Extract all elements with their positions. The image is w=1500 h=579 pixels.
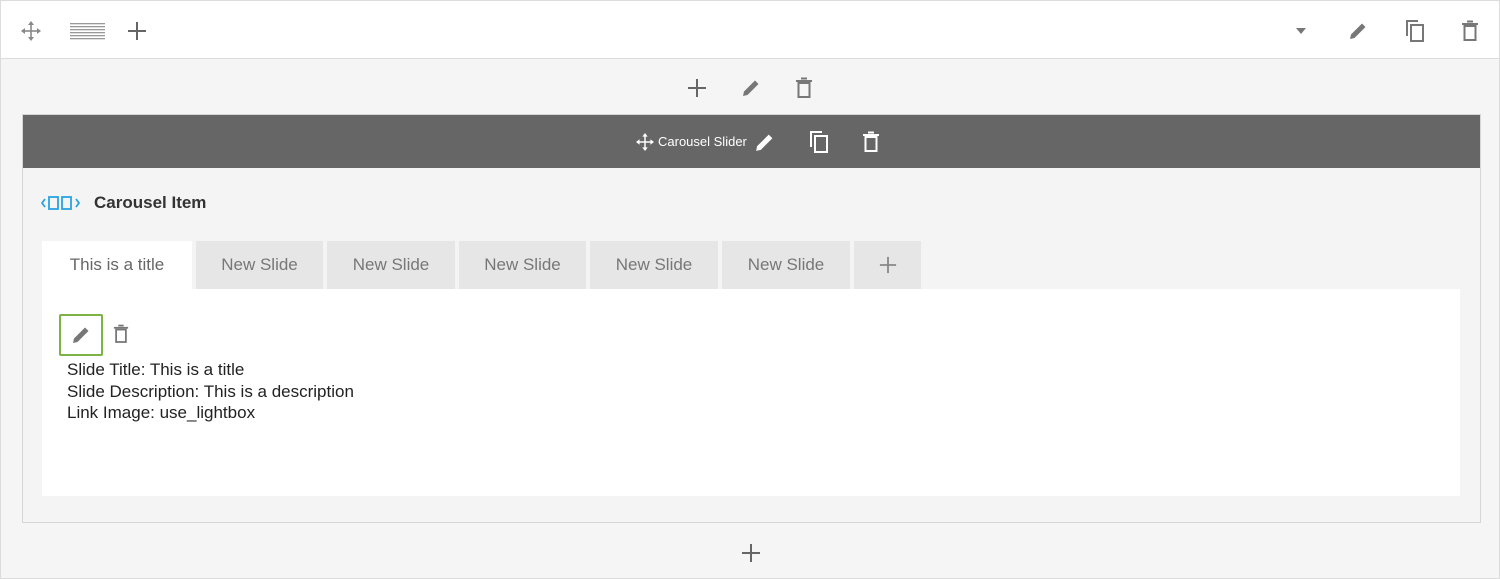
tab-label: New Slide xyxy=(747,255,825,274)
delete-slide-button[interactable] xyxy=(110,321,132,347)
edit-column-button[interactable] xyxy=(739,76,763,100)
move-icon[interactable] xyxy=(19,19,43,43)
delete-row-button[interactable] xyxy=(1458,18,1482,44)
trash-icon xyxy=(113,324,129,343)
tab-slide-5[interactable]: New Slide xyxy=(590,241,718,289)
tab-label: New Slide xyxy=(484,255,561,274)
row-layout-icon[interactable] xyxy=(69,21,105,41)
trash-icon xyxy=(796,77,812,98)
tab-slide-6[interactable]: New Slide xyxy=(722,241,850,289)
plus-icon xyxy=(128,22,146,40)
tab-label: New Slide xyxy=(221,255,298,274)
tab-slide-1[interactable]: This is a title xyxy=(42,241,192,289)
plus-icon xyxy=(879,256,896,274)
slide-tabs: This is a title New Slide New Slide New … xyxy=(42,241,925,289)
copy-icon xyxy=(810,131,828,153)
element-move-handle[interactable]: Carousel Slider xyxy=(636,115,747,168)
slide-panel: Slide Title: This is a title Slide Descr… xyxy=(42,289,1460,496)
clone-element-button[interactable] xyxy=(805,129,831,155)
move-icon xyxy=(636,132,654,151)
carousel-element: Carousel Slider Carousel Item This is a … xyxy=(22,114,1481,523)
element-title: Carousel Slider xyxy=(658,134,747,149)
pencil-icon xyxy=(743,80,759,96)
plus-icon xyxy=(688,79,706,97)
carousel-item-header: Carousel Item xyxy=(41,193,206,213)
slide-details: Slide Title: This is a title Slide Descr… xyxy=(67,359,354,424)
tab-slide-4[interactable]: New Slide xyxy=(459,241,586,289)
edit-slide-button[interactable] xyxy=(59,314,103,356)
tab-label: New Slide xyxy=(352,255,430,274)
carousel-icon xyxy=(41,196,81,210)
add-element-button[interactable] xyxy=(685,76,709,100)
element-toolbar: Carousel Slider xyxy=(23,115,1480,168)
clone-row-button[interactable] xyxy=(1401,18,1427,44)
caret-down-icon[interactable] xyxy=(1291,23,1311,39)
edit-row-button[interactable] xyxy=(1346,19,1370,43)
slide-link-line: Link Image: use_lightbox xyxy=(67,403,256,422)
tab-slide-2[interactable]: New Slide xyxy=(196,241,323,289)
slide-title-line: Slide Title: This is a title xyxy=(67,360,245,379)
row-container: Carousel Slider Carousel Item This is a … xyxy=(0,0,1500,579)
trash-icon xyxy=(863,131,879,152)
plus-icon xyxy=(742,544,760,562)
pencil-icon xyxy=(1350,23,1366,39)
tab-label: New Slide xyxy=(615,255,693,274)
carousel-item-label: Carousel Item xyxy=(94,193,207,212)
add-column-button[interactable] xyxy=(125,19,149,43)
edit-element-button[interactable] xyxy=(752,130,776,154)
tab-slide-3[interactable]: New Slide xyxy=(327,241,455,289)
pencil-icon xyxy=(73,327,89,343)
slide-description-line: Slide Description: This is a description xyxy=(67,381,354,401)
add-slide-button[interactable] xyxy=(854,241,921,289)
add-element-bottom-button[interactable] xyxy=(739,541,763,565)
copy-icon xyxy=(1406,20,1424,42)
column-toolbar xyxy=(1,61,1499,115)
tab-label: This is a title xyxy=(69,255,165,274)
row-toolbar xyxy=(1,1,1499,59)
trash-icon xyxy=(1462,20,1478,41)
delete-element-button[interactable] xyxy=(859,129,883,155)
pencil-icon xyxy=(755,134,772,151)
delete-column-button[interactable] xyxy=(792,75,816,101)
